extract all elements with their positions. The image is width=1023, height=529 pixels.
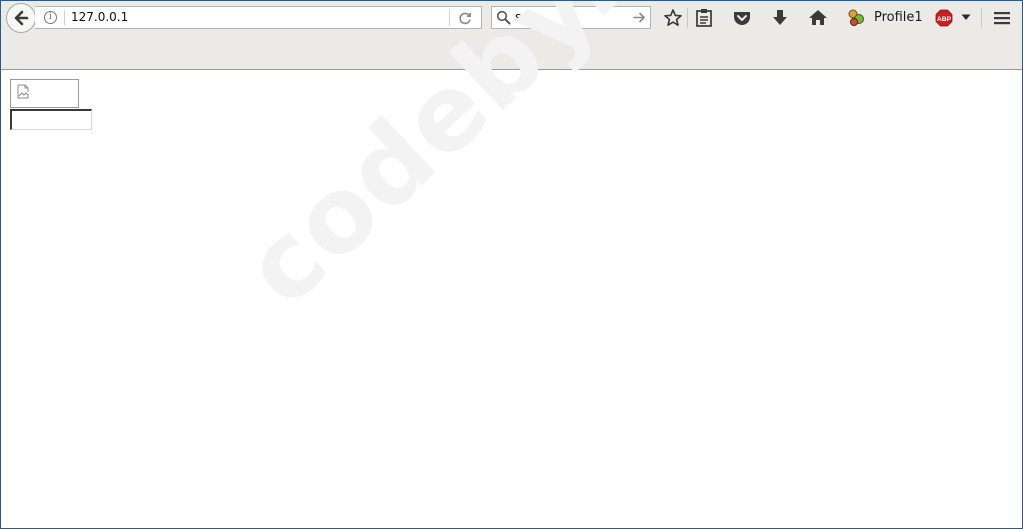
search-bar[interactable]: sc — [491, 6, 651, 29]
url-divider — [64, 10, 65, 25]
clipboard-icon[interactable] — [695, 8, 713, 28]
star-icon[interactable] — [663, 8, 683, 28]
broken-image — [10, 79, 79, 108]
caret-down-icon[interactable] — [961, 14, 971, 21]
adblock-plus-icon[interactable]: ABP — [935, 9, 953, 27]
back-button[interactable] — [6, 3, 36, 33]
download-arrow-icon[interactable] — [771, 8, 789, 28]
home-icon[interactable] — [808, 8, 828, 28]
search-icon — [496, 10, 511, 25]
url-text[interactable]: 127.0.0.1 — [71, 10, 128, 24]
back-arrow-icon — [14, 10, 29, 26]
toolbar-divider — [687, 8, 688, 28]
profile-name[interactable]: Profile1 — [874, 10, 923, 25]
reload-icon[interactable] — [458, 11, 472, 25]
go-arrow-icon[interactable] — [633, 11, 646, 24]
pocket-icon[interactable] — [732, 8, 752, 28]
url-bar[interactable]: i 127.0.0.1 — [35, 6, 482, 29]
broken-image-icon — [17, 84, 29, 99]
adblock-badge-text: ABP — [937, 16, 952, 23]
profile-switcher-icon[interactable] — [846, 8, 866, 28]
browser-toolbar: i 127.0.0.1 sc Profile1 ABP — [1, 1, 1022, 70]
page-content: codeby.net — [1, 1, 1022, 528]
info-icon[interactable]: i — [44, 11, 57, 24]
hamburger-menu-icon[interactable] — [993, 10, 1011, 26]
browser-window: i 127.0.0.1 sc Profile1 ABP codeby.net — [0, 0, 1023, 529]
toolbar-divider — [981, 8, 982, 28]
search-input[interactable]: sc — [515, 10, 528, 24]
text-input[interactable] — [10, 109, 92, 130]
reload-divider — [449, 9, 450, 26]
